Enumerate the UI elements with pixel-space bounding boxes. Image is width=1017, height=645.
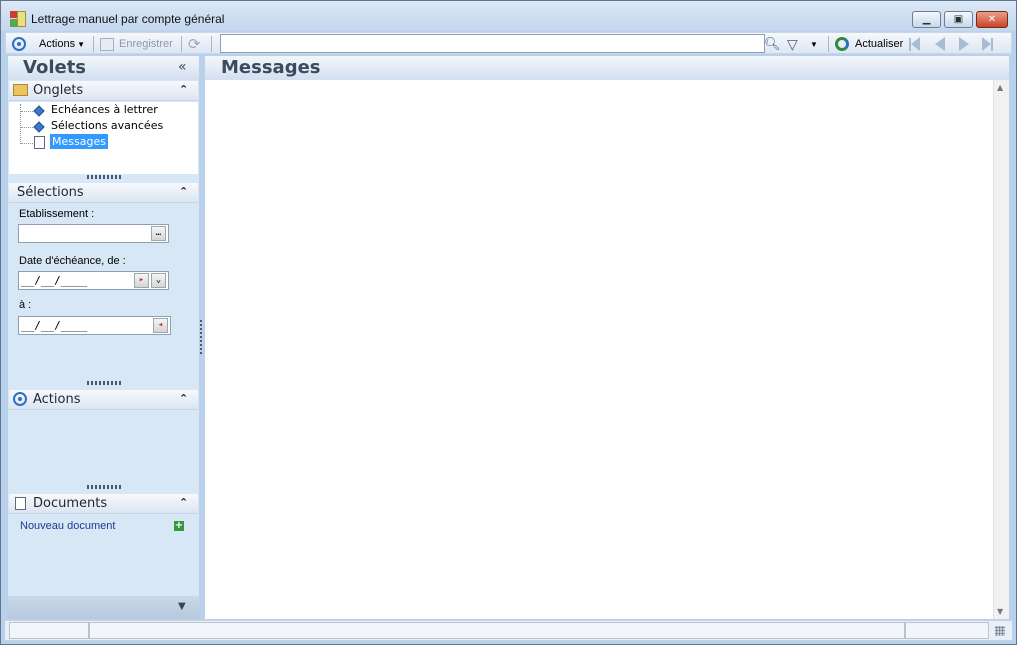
documents-body: Nouveau document +	[9, 515, 198, 595]
last-record-icon[interactable]	[982, 35, 993, 53]
save-icon	[100, 37, 114, 51]
tree-connector	[20, 104, 21, 144]
actions-label: Actions	[39, 38, 76, 50]
date-to-field[interactable]: __/__/____ ◂	[18, 316, 171, 335]
diamond-icon	[33, 105, 45, 117]
tab-echeances[interactable]: Echéances à lettrer	[51, 103, 158, 118]
tree-connector	[21, 111, 33, 112]
calendar-next-icon[interactable]: ▸	[134, 273, 149, 288]
toolbar-separator	[181, 36, 182, 52]
toolbar-separator	[828, 36, 829, 52]
onglets-tree: Echéances à lettrer Sélections avancées …	[9, 102, 198, 174]
document-icon	[15, 497, 26, 510]
chevron-down-icon[interactable]: ▼	[178, 601, 186, 612]
next-record-icon[interactable]	[959, 35, 969, 53]
toolbar-separator	[93, 36, 94, 52]
side-panel-header: Volets «	[8, 56, 199, 80]
app-window: Lettrage manuel par compte général ▁ ▣ ✕…	[0, 0, 1017, 645]
add-icon[interactable]: +	[174, 521, 184, 531]
diamond-icon	[33, 121, 45, 133]
panel-splitter[interactable]	[200, 320, 202, 354]
side-panel-title: Volets	[23, 57, 87, 78]
save-label: Enregistrer	[119, 38, 173, 50]
scroll-up-icon[interactable]: ▲	[997, 83, 1003, 92]
sync-icon[interactable]: ⟳	[188, 35, 201, 53]
first-record-icon[interactable]	[909, 35, 920, 53]
date-from-label: Date d'échéance, de :	[19, 255, 126, 267]
toolbar: Actions ▼ Enregistrer ⟳ 🔍︎ ▽ ▼ Actualise…	[5, 32, 1012, 54]
collapse-panel-icon[interactable]: «	[178, 59, 187, 75]
document-icon	[34, 136, 45, 149]
actions-icon	[13, 392, 27, 406]
side-panel: Volets « Onglets ⌃ Echéances à lettrer S…	[8, 56, 199, 619]
documents-header[interactable]: Documents ⌃	[9, 494, 198, 514]
selections-title: Sélections	[17, 185, 84, 200]
actions-section-title: Actions	[33, 392, 81, 407]
page-title: Messages	[221, 57, 321, 78]
refresh-label: Actualiser	[855, 38, 904, 50]
date-from-field[interactable]: __/__/____ ▸ ⌄	[18, 271, 169, 290]
restore-button[interactable]: ▣	[944, 11, 973, 28]
calendar-prev-icon[interactable]: ◂	[153, 318, 168, 333]
refresh-icon	[835, 37, 849, 51]
chevron-down-icon: ▼	[77, 39, 85, 49]
new-document-link[interactable]: Nouveau document	[20, 520, 115, 532]
collapse-section-icon[interactable]: ⌃	[179, 392, 188, 405]
actions-menu-button[interactable]: Actions ▼	[12, 35, 85, 53]
app-logo-icon	[10, 11, 26, 27]
filter-icon[interactable]: ▽	[787, 35, 798, 53]
vertical-scrollbar[interactable]: ▲ ▼	[993, 80, 1009, 619]
scroll-down-icon[interactable]: ▼	[997, 607, 1003, 616]
actions-section-header[interactable]: Actions ⌃	[9, 390, 198, 410]
onglets-title: Onglets	[33, 83, 84, 98]
resize-grip[interactable]	[87, 485, 121, 489]
resize-grip-icon[interactable]	[995, 626, 1005, 636]
onglets-header[interactable]: Onglets ⌃	[9, 81, 198, 101]
close-button[interactable]: ✕	[976, 11, 1008, 28]
collapse-section-icon[interactable]: ⌃	[179, 83, 188, 96]
window-title: Lettrage manuel par compte général	[31, 12, 225, 26]
date-to-label: à :	[19, 299, 32, 311]
collapse-section-icon[interactable]: ⌃	[179, 496, 188, 509]
documents-title: Documents	[33, 496, 108, 511]
etablissement-field[interactable]: …	[18, 224, 169, 243]
selections-header[interactable]: Sélections ⌃	[9, 183, 198, 203]
save-button[interactable]: Enregistrer	[100, 35, 173, 53]
tree-connector	[21, 127, 33, 128]
status-bar	[5, 620, 1012, 640]
selections-body: Etablissement : … Date d'échéance, de : …	[9, 204, 198, 380]
filter-dropdown-icon[interactable]: ▼	[810, 35, 818, 53]
status-cell	[89, 622, 905, 639]
tree-connector	[21, 143, 33, 144]
main-header: Messages	[205, 56, 1009, 80]
folder-icon	[13, 84, 28, 96]
toolbar-separator	[211, 36, 212, 52]
refresh-button[interactable]: Actualiser	[835, 35, 903, 53]
status-cell	[9, 622, 89, 639]
browse-button[interactable]: …	[151, 226, 166, 241]
actions-icon	[12, 37, 26, 51]
collapse-section-icon[interactable]: ⌃	[179, 185, 188, 198]
etablissement-label: Etablissement :	[19, 208, 95, 220]
tab-selections-avancees[interactable]: Sélections avancées	[51, 119, 163, 134]
search-icon[interactable]: 🔍︎	[764, 35, 781, 53]
previous-record-icon[interactable]	[935, 35, 945, 53]
tab-messages[interactable]: Messages	[50, 134, 108, 149]
resize-grip[interactable]	[87, 175, 121, 179]
actions-section-body	[9, 411, 198, 484]
title-bar[interactable]: Lettrage manuel par compte général ▁ ▣ ✕	[1, 1, 1016, 31]
main-panel: Messages ▲ ▼	[205, 56, 1009, 619]
chevron-down-icon[interactable]: ⌄	[151, 273, 166, 288]
search-input[interactable]	[220, 34, 765, 53]
resize-grip[interactable]	[87, 381, 121, 385]
minimize-button[interactable]: ▁	[912, 11, 941, 28]
status-cell	[905, 622, 989, 639]
panel-footer: ▼	[8, 596, 199, 619]
